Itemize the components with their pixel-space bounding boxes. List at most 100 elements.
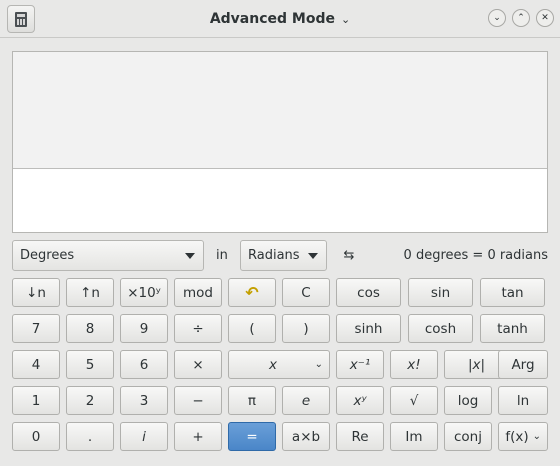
key-label: mod [183, 284, 213, 301]
exponent-button[interactable]: ×10ʸ [120, 278, 168, 307]
key-label: ×10ʸ [127, 284, 161, 301]
add-button[interactable]: + [174, 422, 222, 451]
equals-button[interactable]: = [228, 422, 276, 451]
keypad: ↓n ↑n ×10ʸ mod ↶ Ccos sin tan 7 8 9 ÷ () sinh cosh tanh… [12, 278, 548, 454]
log-button[interactable]: log [444, 386, 492, 415]
chevron-down-icon: ⌄ [532, 431, 541, 442]
digit-4-button[interactable]: 4 [12, 350, 60, 379]
key-label: x! [407, 356, 421, 373]
tan-button[interactable]: tan [480, 278, 545, 307]
modulus-button[interactable]: mod [174, 278, 222, 307]
key-label: − [192, 392, 204, 409]
sin-button[interactable]: sin [408, 278, 473, 307]
key-label: x [269, 356, 277, 373]
key-label: 0 [31, 428, 41, 445]
shift-up-button[interactable]: ↑n [66, 278, 114, 307]
from-unit-select[interactable]: Degrees [12, 240, 204, 271]
key-label: sinh [354, 320, 383, 337]
key-label: ÷ [192, 320, 204, 337]
digit-8-button[interactable]: 8 [66, 314, 114, 343]
key-label: 5 [85, 356, 95, 373]
cosh-button[interactable]: cosh [408, 314, 473, 343]
undo-button[interactable]: ↶ [228, 278, 276, 307]
title-bar: Advanced Mode ⌄ ⌄ ⌃ ✕ [0, 0, 560, 38]
unit-conversion-bar: Degrees in Radians ⇆ 0 degrees = 0 radia… [12, 240, 548, 271]
key-label: e [301, 392, 311, 409]
decimal-point-button[interactable]: . [66, 422, 114, 451]
key-label: tanh [497, 320, 528, 337]
dropdown-arrow-icon [185, 253, 195, 259]
calculator-display[interactable] [12, 51, 548, 233]
key-label: 2 [85, 392, 95, 409]
digit-1-button[interactable]: 1 [12, 386, 60, 415]
minimize-button[interactable]: ⌄ [488, 9, 506, 27]
key-label: ↑n [80, 284, 100, 301]
digit-5-button[interactable]: 5 [66, 350, 114, 379]
key-label: C [301, 284, 311, 301]
imaginary-part-button[interactable]: Im [390, 422, 438, 451]
key-label: Arg [511, 356, 535, 373]
key-label: + [192, 428, 204, 445]
power-button[interactable]: xʸ [336, 386, 384, 415]
euler-button[interactable]: e [282, 386, 330, 415]
key-label: conj [454, 428, 482, 445]
pi-button[interactable]: π [228, 386, 276, 415]
key-label: cos [357, 284, 380, 301]
key-label: log [457, 392, 479, 409]
digit-0-button[interactable]: 0 [12, 422, 60, 451]
key-label: tan [501, 284, 524, 301]
swap-units-icon[interactable]: ⇆ [339, 240, 359, 271]
conjugate-button[interactable]: conj [444, 422, 492, 451]
key-label: . [87, 428, 93, 445]
shift-down-button[interactable]: ↓n [12, 278, 60, 307]
close-paren-button[interactable]: ) [282, 314, 330, 343]
digit-6-button[interactable]: 6 [120, 350, 168, 379]
key-label: ( [249, 320, 255, 337]
variable-x-dropdown[interactable]: x ⌄ [228, 350, 330, 379]
to-unit-select[interactable]: Radians [240, 240, 327, 271]
key-label: ↓n [26, 284, 46, 301]
maximize-button[interactable]: ⌃ [512, 9, 530, 27]
key-label: 4 [31, 356, 41, 373]
factor-button[interactable]: a×b [282, 422, 330, 451]
cos-button[interactable]: cos [336, 278, 401, 307]
digit-2-button[interactable]: 2 [66, 386, 114, 415]
key-label: 7 [31, 320, 41, 337]
key-label: ln [516, 392, 530, 409]
key-label: 6 [139, 356, 149, 373]
key-label: a×b [291, 428, 321, 445]
dropdown-arrow-icon [308, 253, 318, 259]
key-label: Im [405, 428, 423, 445]
in-label: in [216, 248, 228, 263]
to-unit-label: Radians [248, 248, 300, 263]
chevron-down-icon[interactable]: ⌄ [341, 13, 350, 26]
open-paren-button[interactable]: ( [228, 314, 276, 343]
function-dropdown[interactable]: f(x) ⌄ [498, 422, 548, 451]
key-label: = [246, 428, 258, 445]
from-unit-label: Degrees [20, 248, 75, 263]
inverse-button[interactable]: x⁻¹ [336, 350, 384, 379]
imaginary-button[interactable]: i [120, 422, 168, 451]
digit-7-button[interactable]: 7 [12, 314, 60, 343]
close-button[interactable]: ✕ [536, 9, 554, 27]
tanh-button[interactable]: tanh [480, 314, 545, 343]
subtract-button[interactable]: − [174, 386, 222, 415]
key-label: sin [430, 284, 451, 301]
digit-9-button[interactable]: 9 [120, 314, 168, 343]
key-label: x⁻¹ [349, 356, 371, 373]
window-title[interactable]: Advanced Mode [210, 11, 335, 27]
factorial-button[interactable]: x! [390, 350, 438, 379]
digit-3-button[interactable]: 3 [120, 386, 168, 415]
sqrt-button[interactable]: √ [390, 386, 438, 415]
key-label: 8 [85, 320, 95, 337]
sinh-button[interactable]: sinh [336, 314, 401, 343]
key-label: π [247, 392, 257, 409]
real-part-button[interactable]: Re [336, 422, 384, 451]
argument-button[interactable]: Arg [498, 350, 548, 379]
key-label: √ [409, 392, 419, 409]
ln-button[interactable]: ln [498, 386, 548, 415]
multiply-button[interactable]: × [174, 350, 222, 379]
clear-button[interactable]: C [282, 278, 330, 307]
divide-button[interactable]: ÷ [174, 314, 222, 343]
key-label: 1 [31, 392, 41, 409]
